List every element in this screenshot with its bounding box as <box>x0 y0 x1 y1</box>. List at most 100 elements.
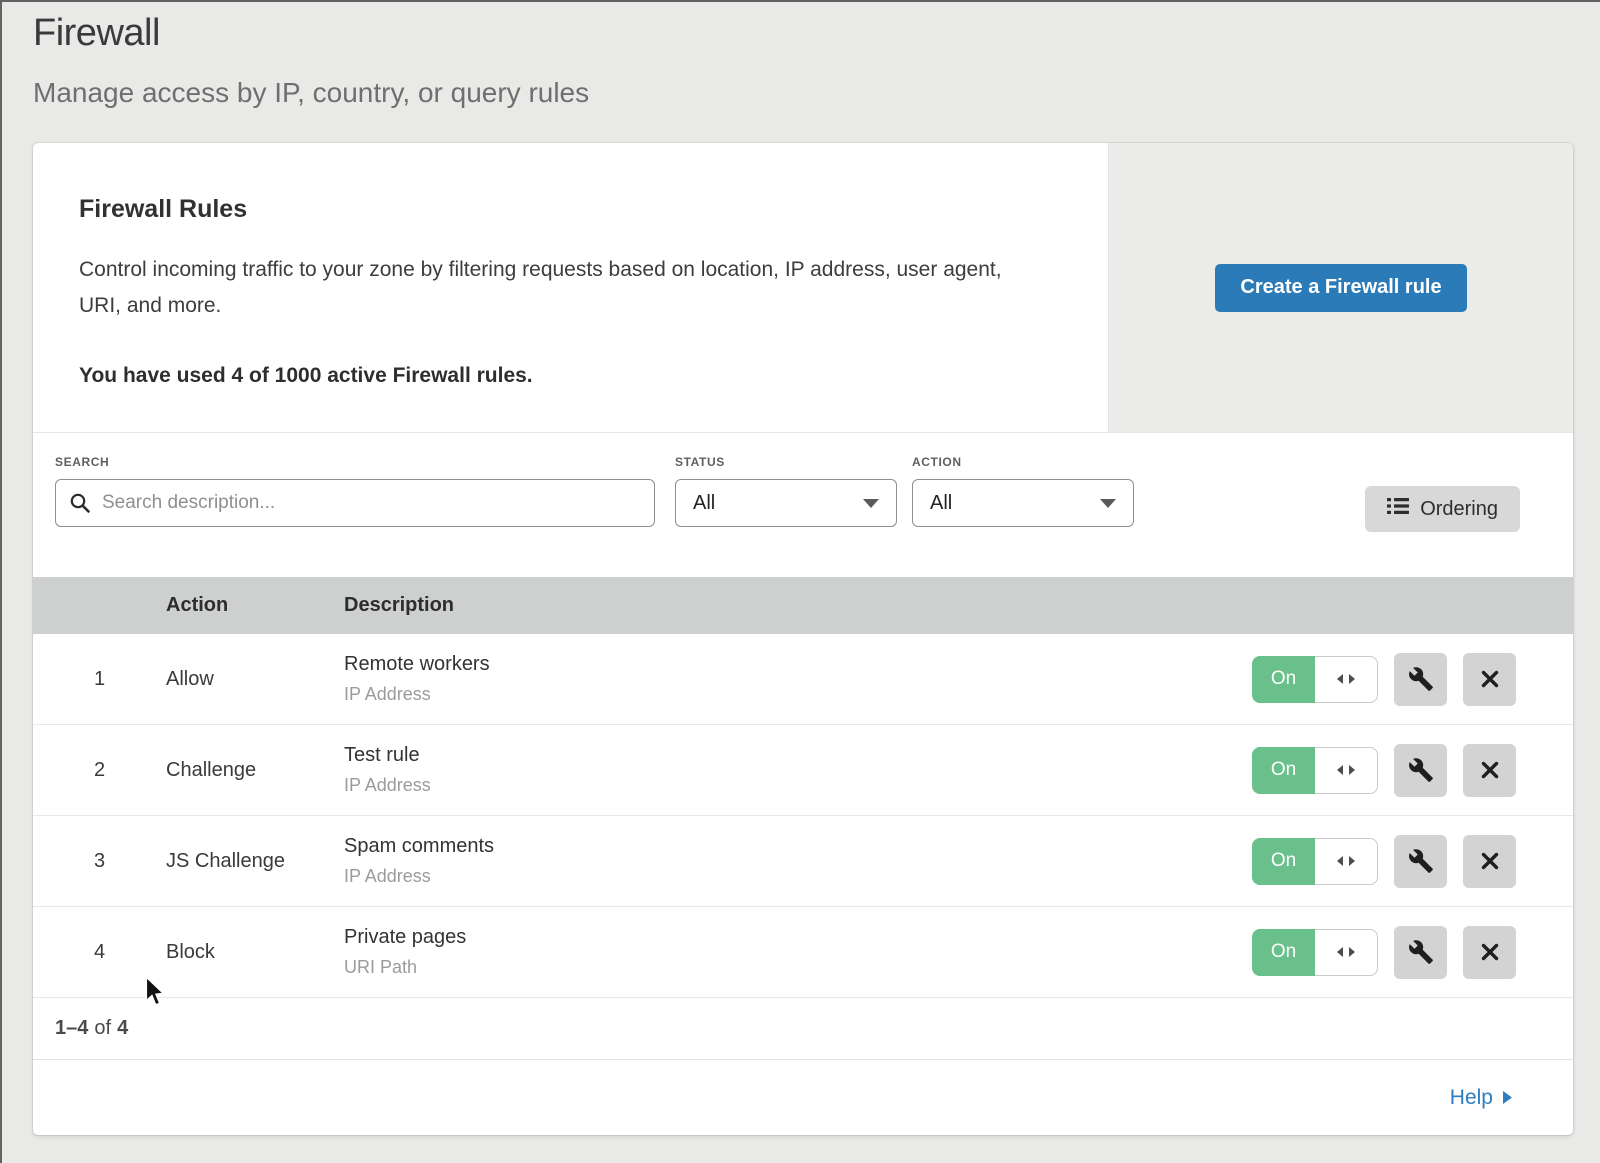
column-action: Action <box>166 594 344 617</box>
firewall-rules-card: Firewall Rules Control incoming traffic … <box>33 143 1573 1135</box>
edit-rule-button[interactable] <box>1394 926 1447 979</box>
page-title: Firewall <box>33 12 1600 55</box>
status-filter-group: STATUS All <box>675 455 897 527</box>
rule-description: Test rule <box>344 744 1252 767</box>
x-icon <box>1478 849 1502 873</box>
rule-priority: 1 <box>33 668 166 691</box>
rule-description-cell: Test rule IP Address <box>344 744 1252 796</box>
action-select[interactable]: All <box>912 479 1134 527</box>
wrench-icon <box>1408 757 1434 783</box>
rule-action: Block <box>166 941 344 964</box>
rule-match-field: IP Address <box>344 775 1252 796</box>
help-link-label: Help <box>1450 1086 1493 1110</box>
left-right-arrows-icon <box>1336 673 1356 685</box>
rule-action: JS Challenge <box>166 850 344 873</box>
action-filter-group: ACTION All <box>912 455 1134 527</box>
toggle-handle[interactable] <box>1315 747 1378 794</box>
table-row: 2 Challenge Test rule IP Address On <box>33 725 1573 816</box>
card-description: Control incoming traffic to your zone by… <box>79 252 1029 324</box>
ordering-button[interactable]: Ordering <box>1365 486 1520 532</box>
delete-rule-button[interactable] <box>1463 653 1516 706</box>
status-selected-value: All <box>693 492 715 515</box>
search-filter-group: SEARCH <box>55 455 655 527</box>
toggle-on-label[interactable]: On <box>1252 838 1315 885</box>
toggle-handle[interactable] <box>1315 656 1378 703</box>
table-header-row: Action Description <box>33 577 1573 634</box>
rule-enabled-toggle[interactable]: On <box>1252 656 1378 703</box>
status-select[interactable]: All <box>675 479 897 527</box>
wrench-icon <box>1408 939 1434 965</box>
card-description-block: Firewall Rules Control incoming traffic … <box>33 143 1108 432</box>
delete-rule-button[interactable] <box>1463 744 1516 797</box>
left-right-arrows-icon <box>1336 946 1356 958</box>
toggle-handle[interactable] <box>1315 838 1378 885</box>
pagination: 1–4 of 4 <box>33 998 1573 1060</box>
page-subtitle: Manage access by IP, country, or query r… <box>33 77 1600 109</box>
toggle-on-label[interactable]: On <box>1252 656 1315 703</box>
ordering-button-label: Ordering <box>1420 498 1498 521</box>
pagination-total: 4 <box>117 1017 128 1040</box>
search-box <box>55 479 655 527</box>
create-firewall-rule-button[interactable]: Create a Firewall rule <box>1215 264 1466 312</box>
rule-controls: On <box>1252 744 1573 797</box>
chevron-down-icon <box>863 499 879 508</box>
rule-match-field: URI Path <box>344 957 1252 978</box>
rule-controls: On <box>1252 835 1573 888</box>
rule-action: Allow <box>166 668 344 691</box>
rule-description-cell: Remote workers IP Address <box>344 653 1252 705</box>
create-rule-panel: Create a Firewall rule <box>1108 143 1573 432</box>
x-icon <box>1478 758 1502 782</box>
rule-controls: On <box>1252 926 1573 979</box>
rule-match-field: IP Address <box>344 684 1252 705</box>
rule-action: Challenge <box>166 759 344 782</box>
search-input[interactable] <box>55 479 655 527</box>
rule-priority: 2 <box>33 759 166 782</box>
rule-enabled-toggle[interactable]: On <box>1252 747 1378 794</box>
filters-bar: SEARCH STATUS All ACTION All <box>33 433 1573 577</box>
rules-list: 1 Allow Remote workers IP Address On <box>33 634 1573 998</box>
rule-priority: 3 <box>33 850 166 873</box>
pagination-range: 1–4 <box>55 1017 88 1040</box>
chevron-down-icon <box>1100 499 1116 508</box>
page-header: Firewall Manage access by IP, country, o… <box>0 0 1600 109</box>
table-row: 1 Allow Remote workers IP Address On <box>33 634 1573 725</box>
rule-controls: On <box>1252 653 1573 706</box>
toggle-on-label[interactable]: On <box>1252 929 1315 976</box>
rule-description: Private pages <box>344 926 1252 949</box>
search-icon <box>68 491 92 520</box>
card-top-section: Firewall Rules Control incoming traffic … <box>33 143 1573 433</box>
rule-enabled-toggle[interactable]: On <box>1252 929 1378 976</box>
toggle-on-label[interactable]: On <box>1252 747 1315 794</box>
rule-match-field: IP Address <box>344 866 1252 887</box>
left-right-arrows-icon <box>1336 764 1356 776</box>
status-label: STATUS <box>675 455 897 469</box>
column-description: Description <box>344 594 1573 617</box>
wrench-icon <box>1408 848 1434 874</box>
edit-rule-button[interactable] <box>1394 653 1447 706</box>
help-row: Help <box>33 1060 1573 1135</box>
action-selected-value: All <box>930 492 952 515</box>
rule-description-cell: Private pages URI Path <box>344 926 1252 978</box>
edit-rule-button[interactable] <box>1394 744 1447 797</box>
edit-rule-button[interactable] <box>1394 835 1447 888</box>
left-right-arrows-icon <box>1336 855 1356 867</box>
wrench-icon <box>1408 666 1434 692</box>
pagination-separator: of <box>94 1017 111 1040</box>
help-link[interactable]: Help <box>1450 1086 1513 1110</box>
toggle-handle[interactable] <box>1315 929 1378 976</box>
rule-description-cell: Spam comments IP Address <box>344 835 1252 887</box>
search-label: SEARCH <box>55 455 655 469</box>
rule-enabled-toggle[interactable]: On <box>1252 838 1378 885</box>
rule-priority: 4 <box>33 941 166 964</box>
rule-description: Spam comments <box>344 835 1252 858</box>
action-label: ACTION <box>912 455 1134 469</box>
help-arrow-icon <box>1502 1090 1513 1105</box>
table-row: 3 JS Challenge Spam comments IP Address … <box>33 816 1573 907</box>
x-icon <box>1478 667 1502 691</box>
delete-rule-button[interactable] <box>1463 835 1516 888</box>
usage-note: You have used 4 of 1000 active Firewall … <box>79 364 1048 388</box>
table-row: 4 Block Private pages URI Path On <box>33 907 1573 998</box>
list-ordering-icon <box>1387 497 1409 521</box>
x-icon <box>1478 940 1502 964</box>
delete-rule-button[interactable] <box>1463 926 1516 979</box>
